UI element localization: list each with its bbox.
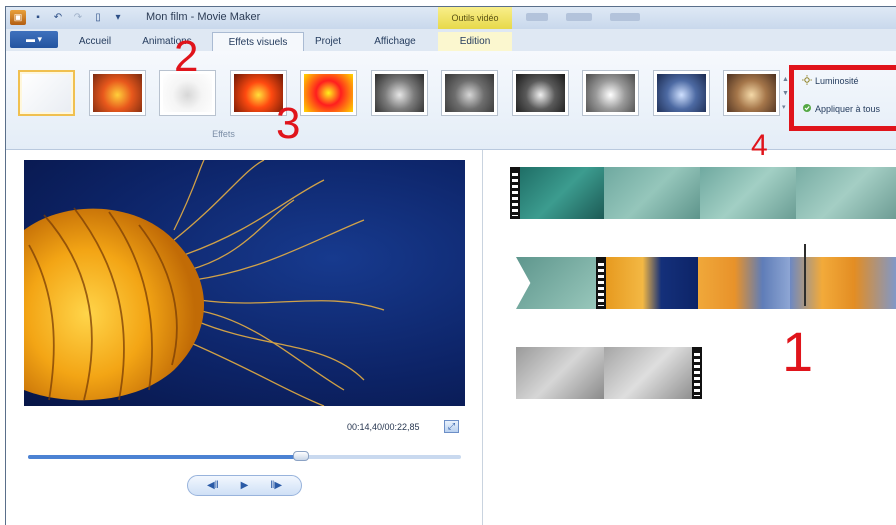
effect-thumbnail[interactable]: [88, 70, 146, 116]
effect-preview-image: [586, 74, 635, 112]
playback-time: 00:14,40/00:22,85: [347, 422, 420, 432]
effect-thumbnail[interactable]: [582, 70, 639, 116]
clip-frame: [520, 167, 604, 219]
redo-icon[interactable]: ↷: [70, 10, 86, 25]
effect-preview-image: [374, 74, 424, 112]
annotation-highlight-box: [789, 65, 896, 131]
clip-frame: [604, 167, 700, 219]
effect-preview-image: [515, 74, 565, 112]
effect-thumbnail[interactable]: [511, 70, 569, 116]
effect-thumbnail[interactable]: [652, 70, 710, 116]
seek-bar-thumb[interactable]: [292, 451, 309, 461]
quick-access-toolbar: ▣ ▪ ↶ ↷ ▯ ▾: [10, 10, 126, 25]
save-icon[interactable]: ▪: [30, 10, 46, 25]
tab-affichage[interactable]: Affichage: [358, 32, 432, 51]
blurred-title-item: [526, 13, 548, 21]
context-tab-header: Outils vidéo: [438, 7, 512, 29]
effect-thumbnail[interactable]: [441, 70, 498, 116]
file-menu-button[interactable]: ▬ ▾: [10, 31, 58, 48]
film-sprockets: [692, 347, 702, 399]
effect-preview-image: [656, 74, 706, 112]
tab-projet[interactable]: Projet: [306, 32, 350, 51]
clip-frame: [606, 257, 698, 309]
fullscreen-button[interactable]: ⤢: [444, 420, 459, 433]
blurred-title-item: [610, 13, 640, 21]
dropdown-icon[interactable]: ▾: [110, 10, 126, 25]
effect-preview-image: [92, 74, 142, 112]
play-icon[interactable]: ▶: [241, 480, 249, 491]
tab-effets-visuels[interactable]: Effets visuels: [212, 32, 304, 51]
jellyfish-image: [24, 160, 385, 406]
preview-pane: 00:14,40/00:22,85 ⤢ ◀‖ ▶ ‖▶: [6, 150, 483, 525]
tab-accueil[interactable]: Accueil: [66, 32, 124, 51]
next-frame-icon[interactable]: ‖▶: [270, 480, 282, 491]
annotation-number-1: 1: [782, 320, 814, 383]
effect-thumbnail[interactable]: [723, 70, 780, 116]
film-sprockets: [510, 167, 520, 219]
clip-grayscale[interactable]: [516, 347, 702, 399]
annotation-number-4: 4: [751, 129, 768, 162]
movie-maker-window: ▣ ▪ ↶ ↷ ▯ ▾ Mon film - Movie Maker Outil…: [5, 6, 896, 525]
effect-preview-image: [22, 74, 71, 112]
title-bar: ▣ ▪ ↶ ↷ ▯ ▾ Mon film - Movie Maker Outil…: [6, 7, 896, 29]
window-title: Mon film - Movie Maker: [146, 11, 261, 23]
clip-frame: [700, 167, 796, 219]
seek-bar-fill: [28, 455, 301, 459]
film-sprockets: [596, 257, 606, 309]
effect-thumbnail[interactable]: [18, 70, 75, 116]
playback-controls: ◀‖ ▶ ‖▶: [187, 475, 302, 496]
video-preview[interactable]: [24, 160, 465, 406]
effect-preview-image: [727, 74, 776, 112]
previous-frame-icon[interactable]: ◀‖: [207, 480, 219, 491]
clip-frame: [796, 167, 896, 219]
clip-frame: [516, 347, 604, 399]
timeline-playhead[interactable]: [804, 244, 806, 306]
effect-thumbnail[interactable]: [370, 70, 428, 116]
tab-edition[interactable]: Edition: [438, 32, 512, 51]
undo-icon[interactable]: ↶: [50, 10, 66, 25]
transition-frame: [516, 257, 596, 309]
ribbon-tab-row: ▬ ▾ Accueil Animations Effets visuels Pr…: [6, 29, 896, 52]
storyboard-pane: [483, 150, 896, 525]
annotation-number-2: 2: [174, 32, 199, 81]
clip-transition-jellyfish[interactable]: [516, 257, 896, 309]
effect-preview-image: [304, 74, 353, 112]
blurred-title-item: [566, 13, 592, 21]
effect-thumbnail[interactable]: [300, 70, 357, 116]
clip-shark[interactable]: [510, 167, 896, 219]
app-icon[interactable]: ▣: [10, 10, 26, 25]
seek-bar[interactable]: [28, 451, 461, 461]
effect-preview-image: [445, 74, 494, 112]
new-icon[interactable]: ▯: [90, 10, 106, 25]
clip-frame: [698, 257, 790, 309]
clip-frame: [604, 347, 692, 399]
annotation-number-3: 3: [276, 99, 301, 148]
